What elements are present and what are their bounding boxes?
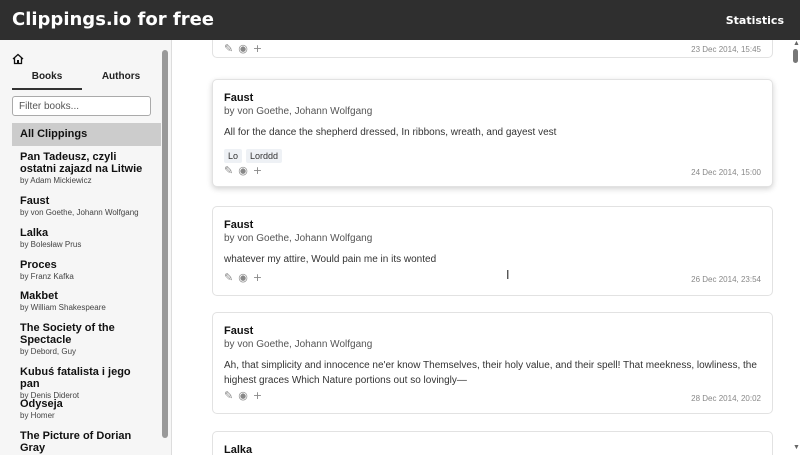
eye-icon[interactable]: ◉ — [238, 42, 248, 55]
clipping-book-title: Lalka — [224, 444, 253, 455]
card-actions: ✎ ◉ + — [224, 42, 267, 55]
sidebar: Books Authors All Clippings Pan Tadeusz,… — [0, 40, 172, 455]
clipping-author: by von Goethe, Johann Wolfgang — [224, 233, 373, 244]
plus-icon[interactable]: + — [253, 271, 262, 284]
sidebar-book-item[interactable]: Kubuś fatalista i jego pan by Denis Dide… — [20, 366, 152, 400]
plus-icon[interactable]: + — [253, 389, 262, 402]
card-actions: ✎ ◉ + — [224, 389, 267, 402]
clipping-book-title: Faust — [224, 325, 254, 337]
top-bar: Clippings.io for free Statistics — [0, 0, 800, 40]
book-title: The Picture of Dorian Gray — [20, 430, 132, 454]
clipping-book-title: Faust — [224, 219, 254, 231]
main-scrollbar[interactable] — [793, 49, 798, 63]
book-author: by von Goethe, Johann Wolfgang — [20, 208, 139, 217]
book-title: Lalka — [20, 227, 49, 239]
sidebar-book-item[interactable]: Makbet by William Shakespeare — [20, 290, 152, 312]
clipping-card[interactable]: Faust by von Goethe, Johann Wolfgang Ah,… — [212, 312, 773, 414]
book-author: by Franz Kafka — [20, 272, 74, 281]
clipping-card[interactable]: Lalka — [212, 431, 773, 455]
eye-icon[interactable]: ◉ — [238, 271, 248, 284]
clipping-card[interactable]: Faust by von Goethe, Johann Wolfgang All… — [212, 79, 773, 187]
book-author: by William Shakespeare — [20, 303, 106, 312]
clipping-author: by von Goethe, Johann Wolfgang — [224, 339, 373, 350]
clipping-text: All for the dance the shepherd dressed, … — [224, 127, 557, 138]
card-actions: ✎ ◉ + — [224, 164, 267, 177]
book-author: by Homer — [20, 411, 55, 420]
clipping-date: 28 Dec 2014, 20:02 — [691, 394, 761, 403]
clipping-tags: Lo Lorddd — [224, 146, 286, 164]
tag-chip[interactable]: Lo — [224, 149, 243, 163]
plus-icon[interactable]: + — [253, 42, 262, 55]
clipping-text: whatever my attire, Would pain me in its… — [224, 254, 437, 265]
clipping-text: Ah, that simplicity and innocence ne'er … — [224, 360, 757, 386]
eye-icon[interactable]: ◉ — [238, 164, 248, 177]
book-author: by Bolesław Prus — [20, 240, 82, 249]
clippings-list: ✎ ◉ + 23 Dec 2014, 15:45 Faust by von Goet… — [173, 40, 800, 455]
clipping-date: 24 Dec 2014, 15:00 — [691, 168, 761, 177]
text-cursor-icon: I — [506, 268, 510, 282]
eye-icon[interactable]: ◉ — [238, 389, 248, 402]
sidebar-book-item[interactable]: Lalka by Bolesław Prus — [20, 227, 152, 249]
clipping-date: 26 Dec 2014, 23:54 — [691, 275, 761, 284]
pencil-icon[interactable]: ✎ — [224, 389, 233, 402]
book-title: The Society of the Spectacle — [20, 322, 115, 346]
clipping-author: by von Goethe, Johann Wolfgang — [224, 106, 373, 117]
clipping-card[interactable]: Faust by von Goethe, Johann Wolfgang wha… — [212, 206, 773, 296]
sidebar-book-item[interactable]: Proces by Franz Kafka — [20, 259, 152, 281]
sidebar-book-item[interactable]: Odyseja by Homer — [20, 398, 152, 420]
book-title: Odyseja — [20, 398, 63, 410]
sidebar-book-item[interactable]: The Picture of Dorian Gray — [20, 430, 152, 455]
sidebar-book-item[interactable]: The Society of the Spectacle by Debord, … — [20, 322, 152, 356]
pencil-icon[interactable]: ✎ — [224, 164, 233, 177]
clipping-date: 23 Dec 2014, 15:45 — [691, 45, 761, 54]
filter-books-input[interactable] — [12, 96, 151, 116]
book-title: Kubuś fatalista i jego pan — [20, 366, 131, 390]
statistics-link[interactable]: Statistics — [726, 14, 784, 27]
pencil-icon[interactable]: ✎ — [224, 42, 233, 55]
scroll-down-arrow[interactable]: ▼ — [793, 444, 800, 451]
tag-chip[interactable]: Lorddd — [246, 149, 283, 163]
home-icon[interactable] — [12, 53, 24, 65]
clipping-card: ✎ ◉ + 23 Dec 2014, 15:45 — [212, 40, 773, 58]
book-title: Proces — [20, 259, 57, 271]
sidebar-scrollbar[interactable] — [162, 50, 168, 438]
scroll-up-arrow[interactable]: ▲ — [793, 40, 800, 47]
brand-logo[interactable]: Clippings.io for free — [12, 9, 214, 30]
plus-icon[interactable]: + — [253, 164, 262, 177]
sidebar-book-item[interactable]: Faust by von Goethe, Johann Wolfgang — [20, 195, 152, 217]
sidebar-book-item[interactable]: Pan Tadeusz, czyli ostatni zajazd na Lit… — [20, 151, 152, 185]
card-actions: ✎ ◉ + — [224, 271, 267, 284]
tab-authors[interactable]: Authors — [86, 70, 156, 90]
tab-books[interactable]: Books — [12, 70, 82, 90]
clipping-book-title: Faust — [224, 92, 254, 104]
pencil-icon[interactable]: ✎ — [224, 271, 233, 284]
book-author: by Adam Mickiewicz — [20, 176, 92, 185]
book-author: by Debord, Guy — [20, 347, 77, 356]
book-title: Pan Tadeusz, czyli ostatni zajazd na Lit… — [20, 151, 143, 175]
book-title: Faust — [20, 195, 50, 207]
all-clippings-item[interactable]: All Clippings — [12, 123, 161, 146]
book-title: Makbet — [20, 290, 58, 302]
